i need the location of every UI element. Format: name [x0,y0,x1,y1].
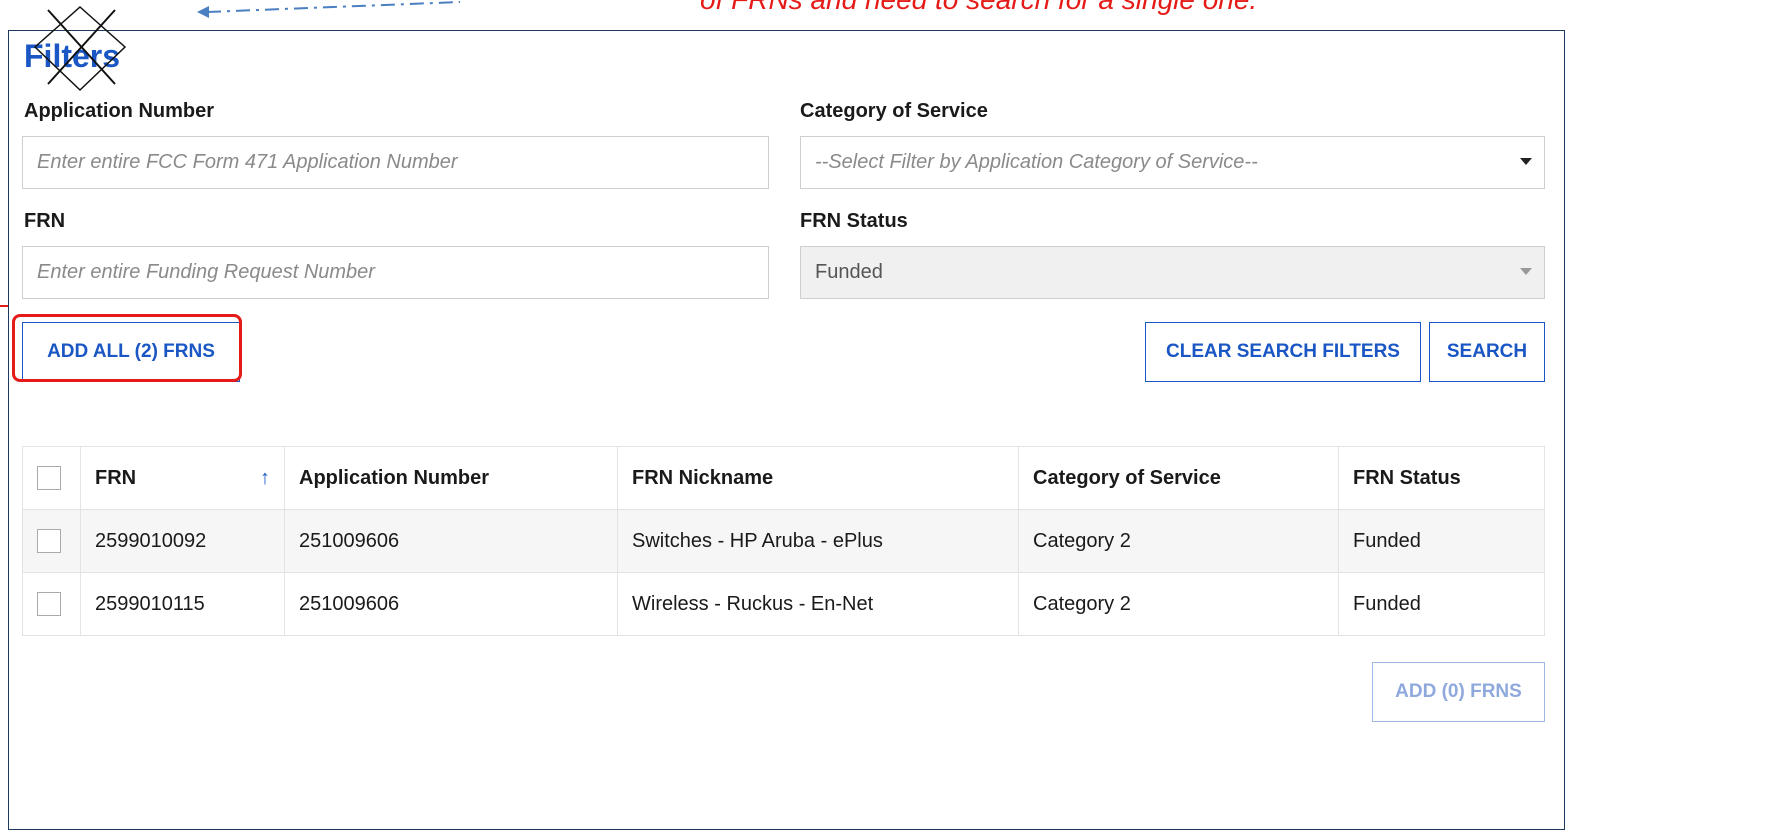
column-header-label: FRN [95,466,137,489]
column-header-application-number[interactable]: Application Number [284,446,618,510]
annotation-text: of FRNs and need to search for a single … [700,0,1257,16]
frn-label: FRN [24,210,66,232]
frn-status-label: FRN Status [800,210,908,232]
annotation-arrow-icon [197,1,461,18]
row-select-cell [22,572,81,636]
application-number-input[interactable]: Enter entire FCC Form 471 Application Nu… [22,136,769,189]
table-row: 2599010115 251009606 Wireless - Ruckus -… [22,572,1545,636]
cell-frn: 2599010115 [80,572,285,636]
cell-application-number: 251009606 [284,572,618,636]
column-header-frn-nickname[interactable]: FRN Nickname [617,446,1019,510]
highlight-outline [12,314,242,382]
frn-input[interactable]: Enter entire Funding Request Number [22,246,769,299]
application-number-label: Application Number [24,100,215,122]
caret-down-icon [1520,158,1532,165]
cell-category-of-service: Category 2 [1018,509,1339,573]
frn-results-table: FRN ↑ Application Number FRN Nickname Cat… [22,446,1545,636]
cell-category-of-service: Category 2 [1018,572,1339,636]
column-header-frn[interactable]: FRN ↑ [80,446,285,510]
cross-out-icon [33,5,127,92]
category-of-service-placeholder: --Select Filter by Application Category … [815,151,1258,173]
search-button[interactable]: SEARCH [1429,322,1545,382]
cell-frn-nickname: Wireless - Ruckus - En-Net [617,572,1019,636]
select-all-cell [22,446,81,510]
column-header-frn-status[interactable]: FRN Status [1338,446,1545,510]
caret-down-icon [1520,268,1532,275]
table-row: 2599010092 251009606 Switches - HP Aruba… [22,509,1545,573]
cell-frn-nickname: Switches - HP Aruba - ePlus [617,509,1019,573]
cell-frn-status: Funded [1338,509,1545,573]
frn-status-select[interactable]: Funded [800,246,1545,299]
table-header-row: FRN ↑ Application Number FRN Nickname Cat… [22,446,1545,510]
cell-frn: 2599010092 [80,509,285,573]
row-select-cell [22,509,81,573]
category-of-service-select[interactable]: --Select Filter by Application Category … [800,136,1545,189]
frn-status-value: Funded [815,261,883,283]
select-all-checkbox[interactable] [37,466,61,490]
column-header-category-of-service[interactable]: Category of Service [1018,446,1339,510]
category-of-service-label: Category of Service [800,100,988,122]
arrow-up-icon[interactable]: ↑ [260,467,270,490]
cell-application-number: 251009606 [284,509,618,573]
cell-frn-status: Funded [1338,572,1545,636]
add-frns-button[interactable]: ADD (0) FRNS [1372,662,1545,722]
clear-search-filters-button[interactable]: CLEAR SEARCH FILTERS [1145,322,1421,382]
row-checkbox[interactable] [37,592,61,616]
row-checkbox[interactable] [37,529,61,553]
